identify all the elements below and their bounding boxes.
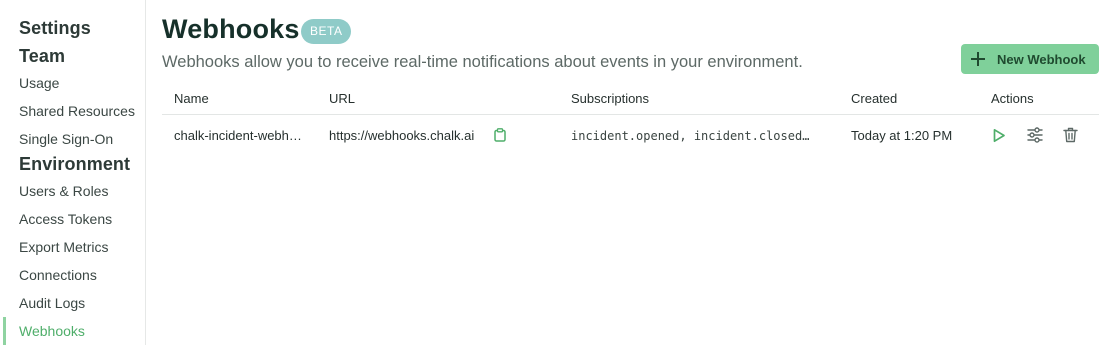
sidebar-item-users-roles[interactable]: Users & Roles [19, 183, 108, 199]
sidebar-item-usage[interactable]: Usage [19, 75, 59, 91]
sidebar-item-audit-logs[interactable]: Audit Logs [19, 295, 85, 311]
webhook-created: Today at 1:20 PM [851, 128, 953, 143]
plus-icon [971, 52, 985, 66]
column-header-subscriptions: Subscriptions [571, 91, 650, 106]
sidebar-item-access-tokens[interactable]: Access Tokens [19, 211, 112, 227]
column-header-actions: Actions [991, 91, 1034, 106]
column-header-url: URL [329, 91, 356, 106]
sidebar-heading-settings: Settings [19, 18, 91, 38]
sidebar-heading-environment: Environment [19, 154, 131, 174]
webhook-name[interactable]: chalk-incident-webh… [174, 128, 302, 143]
webhooks-table: Name URL Subscriptions Created Actions c… [162, 84, 1099, 156]
sliders-icon[interactable] [1027, 127, 1043, 143]
active-indicator [3, 317, 6, 345]
column-header-name: Name [174, 91, 209, 106]
webhook-subscriptions: incident.opened, incident.closed… [571, 129, 810, 143]
page-subtitle: Webhooks allow you to receive real-time … [162, 53, 803, 71]
table-row: chalk-incident-webh… https://webhooks.ch… [162, 115, 1099, 156]
sidebar-item-connections[interactable]: Connections [19, 267, 97, 283]
settings-sidebar: Settings Team Usage Shared Resources Sin… [0, 0, 146, 345]
sidebar-item-shared-resources[interactable]: Shared Resources [19, 103, 135, 119]
new-webhook-button[interactable]: New Webhook [961, 44, 1099, 74]
table-header: Name URL Subscriptions Created Actions [162, 84, 1099, 115]
sidebar-item-webhooks[interactable]: Webhooks [19, 323, 85, 339]
beta-badge: BETA [301, 19, 352, 44]
play-icon[interactable] [992, 128, 1006, 143]
main-content: Webhooks BETA Webhooks allow you to rece… [146, 0, 1113, 345]
trash-icon[interactable] [1063, 127, 1078, 143]
sidebar-item-export-metrics[interactable]: Export Metrics [19, 239, 108, 255]
column-header-created: Created [851, 91, 898, 106]
webhook-url: https://webhooks.chalk.ai [329, 128, 475, 143]
new-webhook-label: New Webhook [997, 51, 1086, 67]
page-title: Webhooks [162, 14, 300, 44]
sidebar-heading-team: Team [19, 46, 66, 66]
clipboard-icon[interactable] [494, 128, 506, 142]
sidebar-item-single-sign-on[interactable]: Single Sign-On [19, 131, 113, 147]
